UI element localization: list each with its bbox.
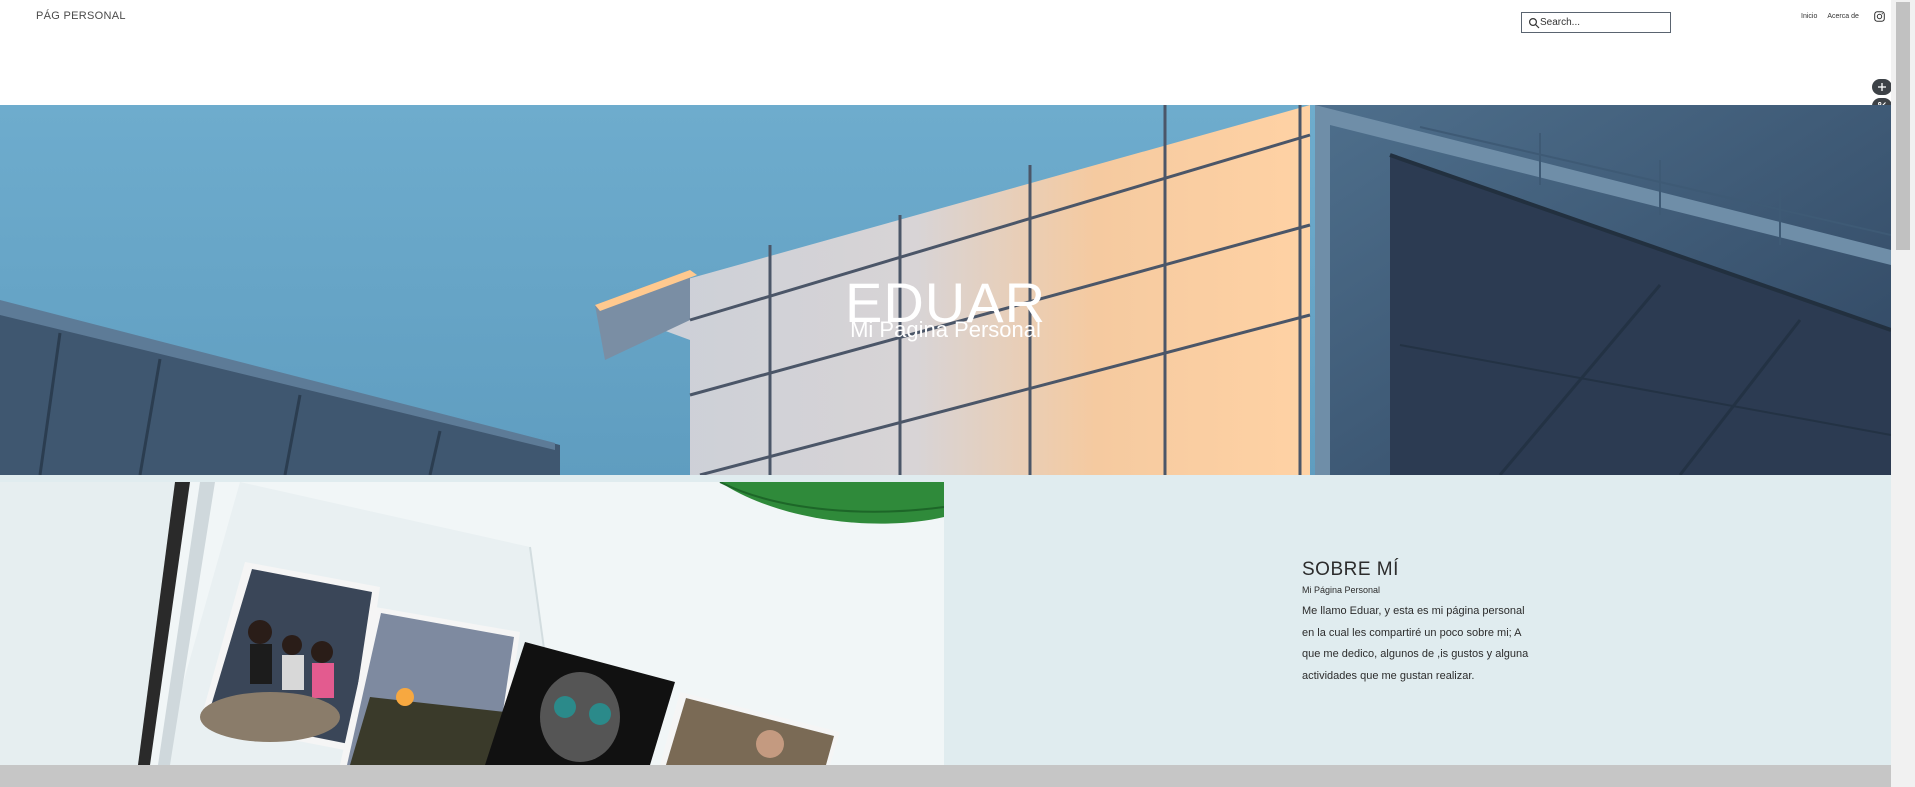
nav-item-inicio[interactable]: Inicio: [1801, 13, 1817, 20]
hero-banner: EDUAR Mi Pagina Personal: [0, 105, 1891, 475]
scrollbar-thumb[interactable]: [1896, 2, 1910, 250]
instagram-icon[interactable]: [1874, 11, 1885, 22]
photo-album-image: [0, 482, 944, 765]
page-scrollbar[interactable]: [1891, 0, 1915, 787]
about-section: SOBRE MÍ Mi Página Personal Me llamo Edu…: [0, 475, 1891, 765]
search-box[interactable]: [1521, 12, 1671, 33]
about-title: SOBRE MÍ: [1302, 559, 1399, 580]
site-title[interactable]: PÁG PERSONAL: [36, 10, 126, 22]
search-icon: [1528, 17, 1540, 29]
search-input[interactable]: [1540, 14, 1666, 31]
accessibility-plus-button[interactable]: [1872, 79, 1892, 95]
about-text-block: SOBRE MÍ Mi Página Personal Me llamo Edu…: [1302, 559, 1532, 687]
about-body: Me llamo Eduar, y esta es mi página pers…: [1302, 605, 1529, 682]
hero-subtitle: Mi Pagina Personal: [850, 317, 1041, 342]
plus-icon: [1878, 83, 1886, 91]
about-subtitle: Mi Página Personal: [1302, 585, 1381, 595]
bottom-strip: [0, 765, 1891, 787]
main-nav: Inicio Acerca de: [1801, 13, 1859, 20]
nav-item-acerca-de[interactable]: Acerca de: [1827, 13, 1859, 20]
photo-album-graphic: [0, 482, 944, 765]
